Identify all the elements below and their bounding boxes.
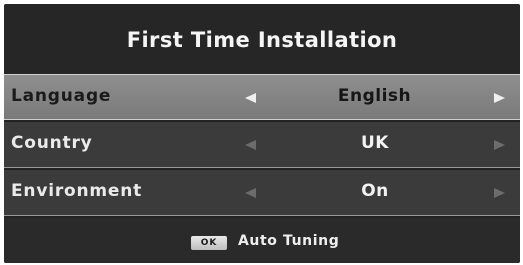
language-value: English bbox=[337, 86, 412, 106]
first-time-installation-menu: First Time Installation Language English… bbox=[4, 4, 520, 263]
footer-hint: OK Auto Tuning bbox=[4, 218, 520, 263]
menu-title: First Time Installation bbox=[126, 28, 398, 52]
environment-value: On bbox=[361, 181, 389, 201]
language-label: Language bbox=[11, 86, 112, 106]
country-value: UK bbox=[361, 133, 389, 153]
title-bar: First Time Installation bbox=[4, 4, 520, 74]
country-label: Country bbox=[11, 133, 93, 153]
menu-row-country[interactable]: Country UK bbox=[4, 122, 520, 168]
menu-row-language[interactable]: Language English bbox=[4, 74, 520, 120]
triangle-right-icon[interactable] bbox=[494, 188, 505, 198]
triangle-right-icon[interactable] bbox=[494, 140, 505, 150]
ok-key-button[interactable]: OK bbox=[191, 236, 227, 250]
menu-row-environment[interactable]: Environment On bbox=[4, 170, 520, 216]
triangle-right-icon[interactable] bbox=[494, 93, 505, 103]
auto-tuning-label: Auto Tuning bbox=[238, 233, 340, 249]
environment-label: Environment bbox=[11, 181, 143, 201]
